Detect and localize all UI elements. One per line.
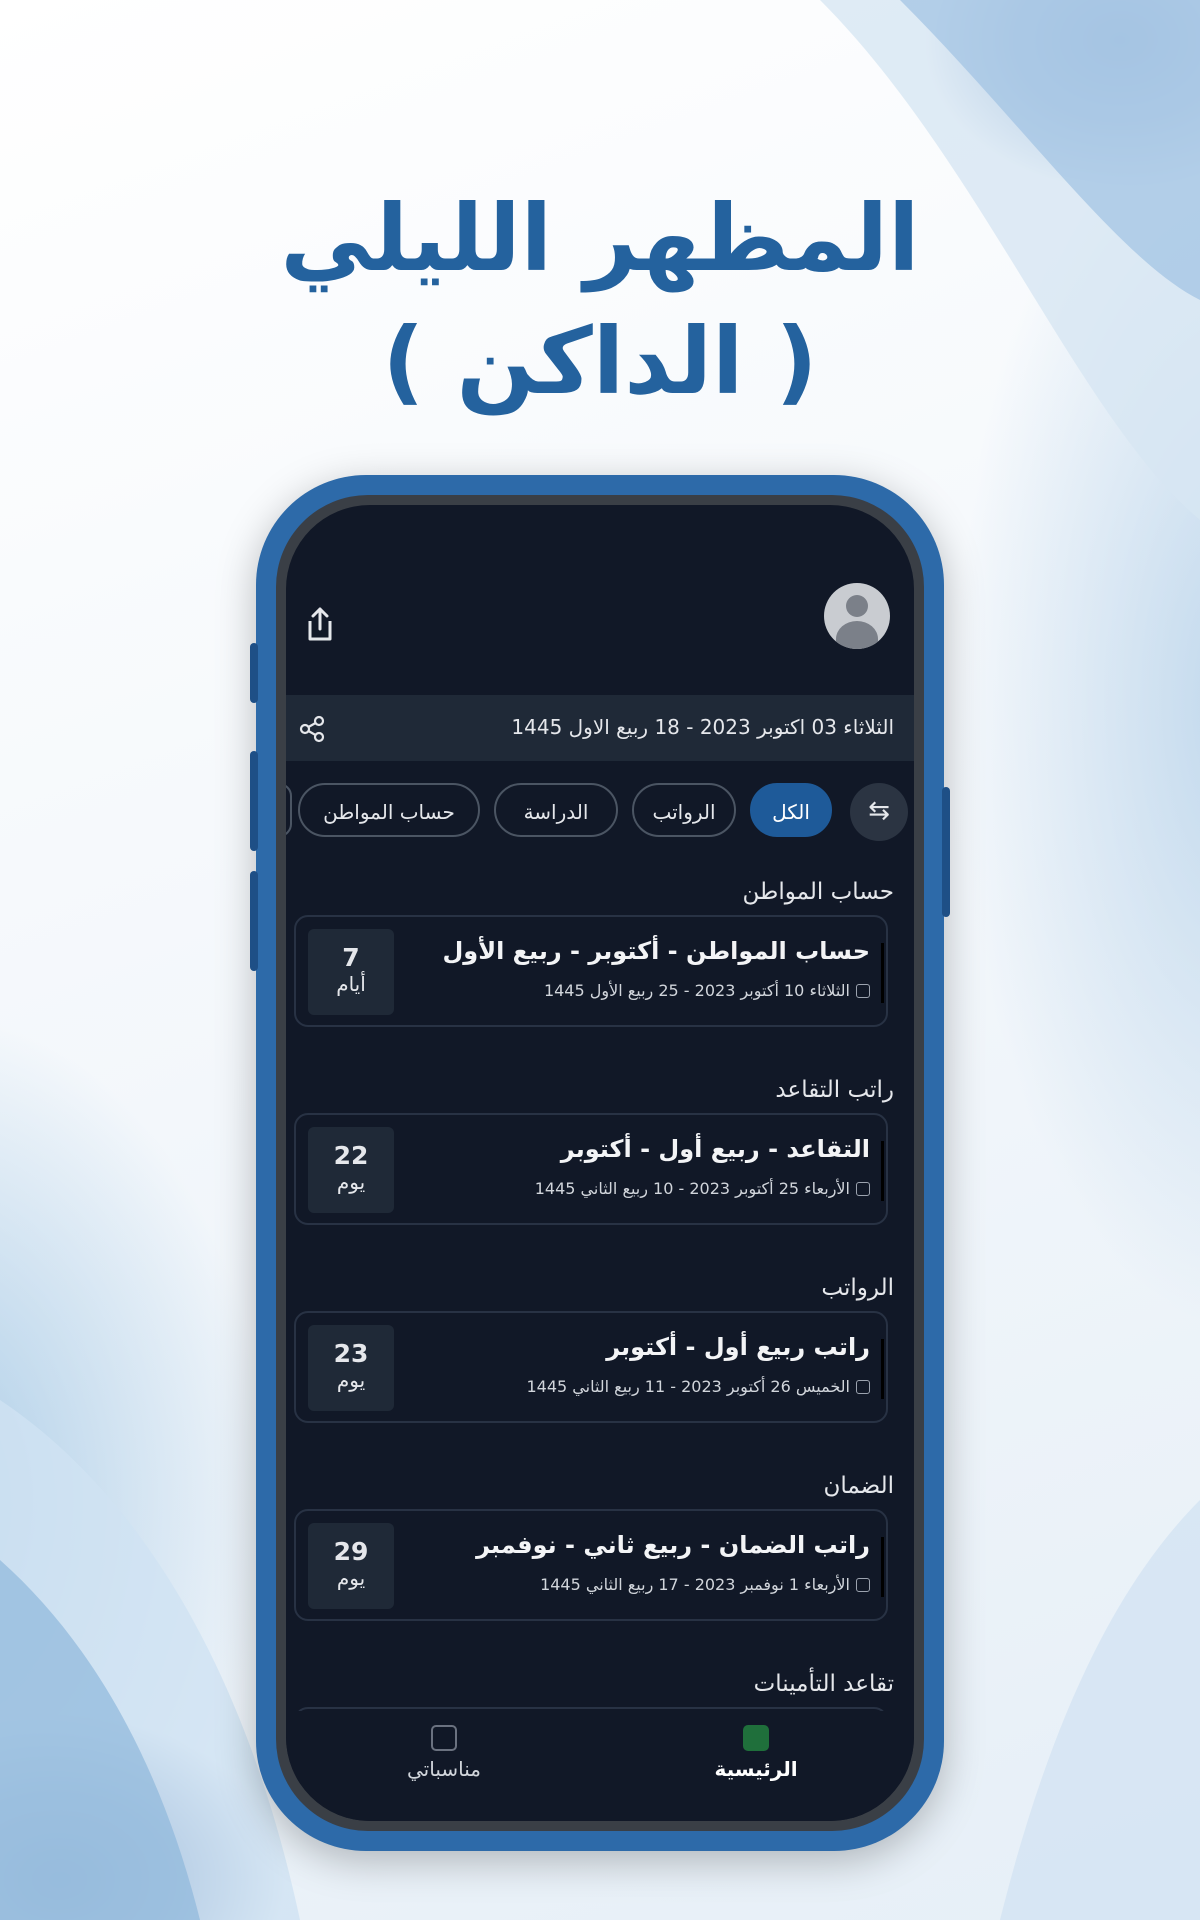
filter-chips: ⇆ الكل الرواتب الدراسة حساب المواطن <box>286 783 914 843</box>
phone-frame: الثلاثاء 03 اكتوبر 2023 - 18 ربيع الاول … <box>250 475 950 1851</box>
bottom-nav: الرئيسية مناسباتي <box>286 1711 914 1821</box>
chip-overflow[interactable] <box>286 783 292 837</box>
export-share-icon[interactable] <box>304 605 336 643</box>
event-date: الأربعاء 25 أكتوبر 2023 - 10 ربيع الثاني… <box>535 1179 870 1198</box>
chip-all[interactable]: الكل <box>750 783 832 837</box>
chip-salaries[interactable]: الرواتب <box>632 783 736 837</box>
chip-citizen-account[interactable]: حساب المواطن <box>298 783 480 837</box>
share-icon[interactable] <box>298 715 326 743</box>
phone-power-button <box>942 787 950 917</box>
days-remaining: 23 يوم <box>308 1325 394 1411</box>
section-title-citizen: حساب المواطن <box>742 879 895 905</box>
chip-study[interactable]: الدراسة <box>494 783 618 837</box>
section-title-insurance-retirement: تقاعد التأمينات <box>753 1671 894 1697</box>
phone-side-button <box>250 643 258 703</box>
event-card[interactable]: التقاعد - ربيع أول - أكتوبر الأربعاء 25 … <box>294 1113 888 1225</box>
event-title: راتب ربيع أول - أكتوبر <box>606 1333 870 1361</box>
promo-title: المظهر الليلي <box>280 185 920 292</box>
section-title-retirement: راتب التقاعد <box>775 1077 894 1103</box>
promo-subtitle: ( الداكن ) <box>382 308 818 415</box>
calendar-icon <box>856 1578 870 1592</box>
section-title-social-security: الضمان <box>823 1473 894 1499</box>
event-date: الخميس 26 أكتوبر 2023 - 11 ربيع الثاني 1… <box>526 1377 870 1396</box>
event-title: راتب الضمان - ربيع ثاني - نوفمبر <box>476 1531 870 1559</box>
profile-avatar[interactable] <box>824 583 890 649</box>
event-card[interactable]: راتب الضمان - ربيع ثاني - نوفمبر الأربعا… <box>294 1509 888 1621</box>
top-bar <box>286 565 914 661</box>
current-date: الثلاثاء 03 اكتوبر 2023 - 18 ربيع الاول … <box>511 715 894 739</box>
calendar-icon <box>856 1380 870 1394</box>
event-card[interactable]: حساب المواطن - أكتوبر - ربيع الأول الثلا… <box>294 915 888 1027</box>
event-title: التقاعد - ربيع أول - أكتوبر <box>560 1135 870 1163</box>
calendar-icon <box>856 1182 870 1196</box>
nav-home[interactable]: الرئيسية <box>656 1725 856 1781</box>
calendar-icon <box>856 984 870 998</box>
event-card[interactable]: راتب ربيع أول - أكتوبر الخميس 26 أكتوبر … <box>294 1311 888 1423</box>
calendar-icon <box>431 1725 457 1751</box>
phone-volume-down <box>250 871 258 971</box>
event-title: حساب المواطن - أكتوبر - ربيع الأول <box>442 937 870 965</box>
section-title-salaries: الرواتب <box>821 1275 894 1301</box>
event-date: الثلاثاء 10 أكتوبر 2023 - 25 ربيع الأول … <box>544 981 870 1000</box>
days-remaining: 22 يوم <box>308 1127 394 1213</box>
swap-icon[interactable]: ⇆ <box>850 783 908 841</box>
app-screen: الثلاثاء 03 اكتوبر 2023 - 18 ربيع الاول … <box>286 505 914 1821</box>
calendar-icon <box>743 1725 769 1751</box>
days-remaining: 7 أيام <box>308 929 394 1015</box>
date-bar: الثلاثاء 03 اكتوبر 2023 - 18 ربيع الاول … <box>286 695 914 761</box>
event-date: الأربعاء 1 نوفمبر 2023 - 17 ربيع الثاني … <box>540 1575 870 1594</box>
nav-my-events[interactable]: مناسباتي <box>344 1725 544 1781</box>
days-remaining: 29 يوم <box>308 1523 394 1609</box>
phone-volume-up <box>250 751 258 851</box>
